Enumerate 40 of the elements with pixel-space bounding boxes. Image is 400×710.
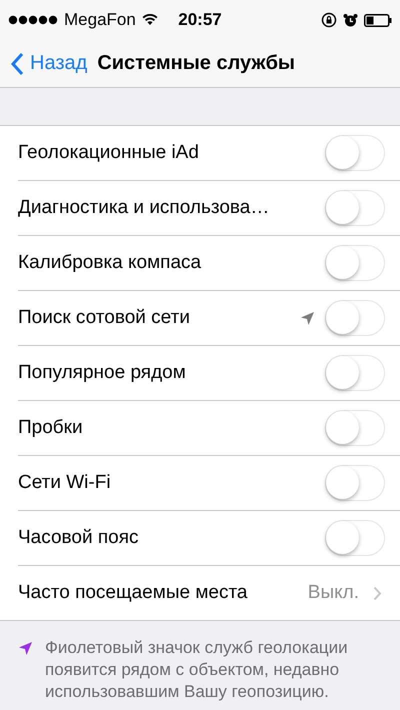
row-label: Геолокационные iAd bbox=[18, 142, 200, 164]
carrier-name: MegaFon bbox=[64, 10, 136, 30]
settings-row[interactable]: Пробки bbox=[18, 401, 400, 456]
row-label: Сети Wi-Fi bbox=[18, 472, 112, 494]
back-button[interactable]: Назад bbox=[10, 52, 88, 76]
row-label: Популярное рядом bbox=[18, 362, 187, 384]
settings-row[interactable]: Диагностика и использова… bbox=[18, 181, 400, 236]
toggle-switch[interactable] bbox=[325, 465, 385, 501]
location-arrow-icon bbox=[18, 641, 33, 656]
settings-row[interactable]: Популярное рядом bbox=[18, 346, 400, 401]
alarm-icon bbox=[343, 12, 358, 28]
battery-icon bbox=[364, 14, 392, 26]
clock: 20:57 bbox=[178, 10, 222, 30]
row-label: Часто посещаемые места bbox=[18, 582, 249, 604]
row-value: Выкл. bbox=[308, 582, 359, 604]
screen-title: Системные службы bbox=[97, 52, 296, 75]
row-label: Калибровка компаса bbox=[18, 252, 202, 274]
toggle-switch[interactable] bbox=[325, 135, 385, 171]
signal-icon bbox=[8, 15, 58, 25]
toggle-switch[interactable] bbox=[325, 355, 385, 391]
chevron-right-icon bbox=[373, 586, 382, 600]
toggle-switch[interactable] bbox=[325, 410, 385, 446]
settings-row[interactable]: Калибровка компаса bbox=[18, 236, 400, 291]
row-label: Часовой пояс bbox=[18, 527, 140, 549]
footer-note: Фиолетовый значок служб геолокации появится рядом с объектом, недавно использовавшим Вашу геопозицию. bbox=[45, 637, 349, 703]
wifi-icon bbox=[142, 14, 158, 26]
chevron-left-icon bbox=[10, 52, 24, 76]
toggle-switch[interactable] bbox=[325, 300, 385, 336]
toggle-switch[interactable] bbox=[325, 520, 385, 556]
row-label: Пробки bbox=[18, 417, 84, 439]
toggle-switch[interactable] bbox=[325, 245, 385, 281]
settings-row[interactable]: Часовой пояс bbox=[18, 511, 400, 566]
settings-row[interactable]: Поиск сотовой сети bbox=[18, 291, 400, 346]
row-label: Диагностика и использова… bbox=[18, 197, 270, 219]
row-label: Поиск сотовой сети bbox=[18, 307, 191, 329]
rotation-lock-icon bbox=[321, 12, 337, 28]
settings-row[interactable]: Геолокационные iAd bbox=[18, 126, 400, 181]
settings-row[interactable]: Часто посещаемые места Выкл. bbox=[18, 566, 400, 620]
toggle-switch[interactable] bbox=[325, 190, 385, 226]
settings-row[interactable]: Сети Wi-Fi bbox=[18, 456, 400, 511]
